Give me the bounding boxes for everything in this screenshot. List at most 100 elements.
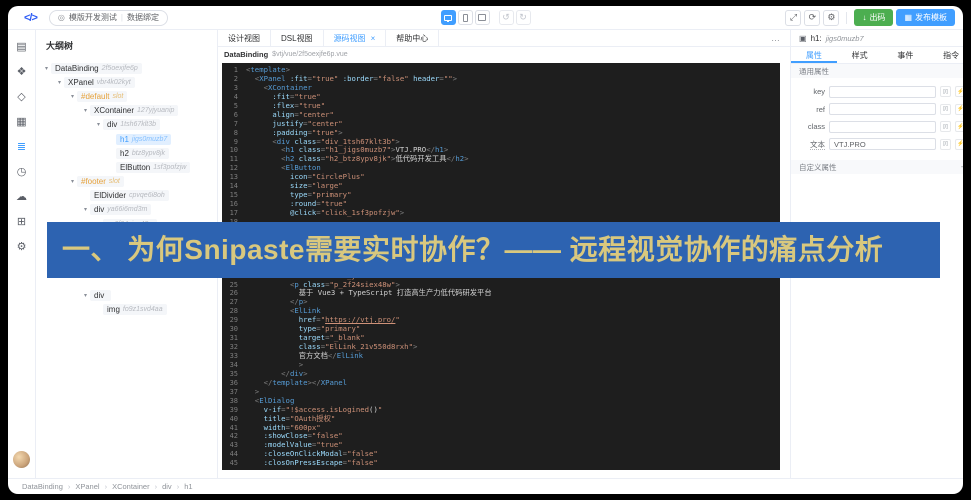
pill-divider: | <box>120 13 123 22</box>
project-tab-template-dev[interactable]: 模版开发测试 <box>69 12 117 23</box>
settings-button[interactable]: ⚙ <box>823 9 840 26</box>
breadcrumb-item-h1[interactable]: h1 <box>184 482 192 491</box>
field-input-文本[interactable] <box>829 138 936 151</box>
tree-node-h1[interactable]: h1 jigs0muzb7 <box>36 132 217 146</box>
fullscreen-button[interactable]: ⤢ <box>785 9 802 26</box>
project-switcher[interactable]: ◎ 模版开发测试 | 数据绑定 <box>48 9 168 26</box>
caret-icon[interactable]: ▾ <box>55 79 64 86</box>
field-row-class: class [/] ⚡ <box>795 118 963 136</box>
breadcrumb-item-XPanel[interactable]: XPanel <box>75 482 99 491</box>
field-row-ref: ref [/] ⚡ <box>795 101 963 119</box>
field-label: class <box>807 122 825 132</box>
file-path: $vtj/vue/2f5oexjfe6p.vue <box>272 51 348 58</box>
tab-overflow-button[interactable]: … <box>771 33 780 43</box>
tree-node-div[interactable]: ▾ div 1tsh67klt3b <box>36 118 217 132</box>
undo-button[interactable]: ↺ <box>498 10 514 25</box>
bind-expression-icon[interactable]: ⚡ <box>955 103 963 115</box>
tab-DSL视图[interactable]: DSL视图 <box>271 30 324 46</box>
bind-code-icon[interactable]: [/] <box>940 121 951 133</box>
field-row-key: key [/] ⚡ <box>795 83 963 101</box>
app-logo-icon[interactable]: </> <box>24 12 38 24</box>
tree-node-default[interactable]: ▾ #default slot <box>36 89 217 103</box>
layout-icon[interactable]: ▦ <box>11 109 33 134</box>
field-row-文本: 文本 [/] ⚡ <box>795 136 963 154</box>
blocks-icon[interactable]: ❖ <box>11 59 33 84</box>
inspector-tab-样式[interactable]: 样式 <box>837 47 883 63</box>
device-desktop-button[interactable] <box>440 10 456 25</box>
field-input-class[interactable] <box>829 120 936 133</box>
tree-node-DataBinding[interactable]: ▾ DataBinding 2f5oexjfe6p <box>36 61 217 75</box>
tab-帮助中心[interactable]: 帮助中心 <box>386 30 440 46</box>
inspector-tab-事件[interactable]: 事件 <box>883 47 929 63</box>
tree-node-ElButton[interactable]: ElButton 1sf3pofzjw <box>36 160 217 174</box>
file-name: DataBinding <box>224 50 269 59</box>
custom-props-section: 自定义属性 + <box>791 160 963 174</box>
overlay-banner: 一、 为何Snipaste需要实时协作？—— 远程视觉协作的痛点分析 <box>47 222 940 278</box>
topbar-actions: ⤢ ⟳ ⚙ ↓ 出码 ▦ 发布模板 <box>785 9 955 26</box>
caret-icon[interactable]: ▾ <box>81 206 90 213</box>
code-line: 45 :closOnPressEscape="false" <box>229 458 378 468</box>
redo-button[interactable]: ↻ <box>515 10 531 25</box>
tree-node-div[interactable]: ▾ div <box>36 288 217 302</box>
user-avatar[interactable] <box>13 451 30 468</box>
inspector-header: ▣ h1: jigs0muzb7 <box>791 30 963 47</box>
tree-node-XContainer[interactable]: ▾ XContainer 127yjyuanip <box>36 104 217 118</box>
publish-icon: ▦ <box>904 13 912 22</box>
breadcrumb-item-DataBinding[interactable]: DataBinding <box>22 482 63 491</box>
project-tab-databinding[interactable]: 数据绑定 <box>127 12 159 23</box>
selected-node-tag: h1: <box>810 33 822 43</box>
pages-icon[interactable]: ▤ <box>11 34 33 59</box>
materials-icon[interactable]: ◇ <box>11 84 33 109</box>
tab-源码视图[interactable]: 源码视图 × <box>324 30 387 46</box>
add-property-button[interactable]: + <box>961 162 963 172</box>
caret-icon[interactable]: ▾ <box>81 292 90 299</box>
close-tab-icon[interactable]: × <box>371 34 376 43</box>
export-code-button[interactable]: ↓ 出码 <box>854 9 894 26</box>
editor-tabbar: 设计视图 DSL视图 源码视图 × 帮助中心 … <box>218 30 790 47</box>
caret-icon[interactable]: ▾ <box>81 107 90 114</box>
tree-node-ElDivider[interactable]: ElDivider cpvqe6i8oh <box>36 189 217 203</box>
tree-node-XPanel[interactable]: ▾ XPanel vbr4k02kyt <box>36 75 217 89</box>
tree-node-footer[interactable]: ▾ #footer slot <box>36 175 217 189</box>
caret-icon[interactable]: ▾ <box>68 178 77 185</box>
caret-icon[interactable]: ▾ <box>42 65 51 72</box>
inspector-tab-指令[interactable]: 指令 <box>928 47 963 63</box>
component-icon: ▣ <box>799 33 807 43</box>
toolbar-divider <box>846 11 848 24</box>
bind-code-icon[interactable]: [/] <box>940 86 951 98</box>
caret-icon[interactable]: ▾ <box>94 121 103 128</box>
publish-template-button[interactable]: ▦ 发布模板 <box>896 9 955 26</box>
bind-code-icon[interactable]: [/] <box>940 103 951 115</box>
tab-设计视图[interactable]: 设计视图 <box>218 30 271 46</box>
device-tablet-button[interactable] <box>474 10 490 25</box>
field-input-ref[interactable] <box>829 103 936 116</box>
bind-expression-icon[interactable]: ⚡ <box>955 121 963 133</box>
tree-node-div[interactable]: ▾ div ya66i6md3m <box>36 203 217 217</box>
phone-icon <box>462 13 468 22</box>
inspector-tabs: 属性 样式 事件 指令 <box>791 47 963 64</box>
bind-code-icon[interactable]: [/] <box>940 138 951 150</box>
bind-expression-icon[interactable]: ⚡ <box>955 138 963 150</box>
inspector-tab-属性[interactable]: 属性 <box>791 47 837 63</box>
device-toggle-group: ↺ ↻ <box>440 10 531 25</box>
gear-icon[interactable]: ⚙ <box>11 234 33 259</box>
code-line: 37 > <box>229 386 260 396</box>
field-input-key[interactable] <box>829 85 936 98</box>
tree-node-img[interactable]: img fo9z1svd4aa <box>36 302 217 316</box>
topbar: </> ◎ 模版开发测试 | 数据绑定 ↺ ↻ ⤢ ⟳ ⚙ ↓ 出码 ▦ 发布模… <box>8 6 963 30</box>
api-cloud-icon[interactable]: ☁ <box>11 184 33 209</box>
outline-tree-icon[interactable]: ≣ <box>11 134 33 159</box>
monitor-icon <box>444 14 452 22</box>
tree-node-h2[interactable]: h2 btz8ypv8jk <box>36 146 217 160</box>
history-icon[interactable]: ◷ <box>11 159 33 184</box>
property-fields: key [/] ⚡ ref [/] ⚡ class [/] ⚡ 文本 [/] ⚡ <box>791 78 963 160</box>
refresh-button[interactable]: ⟳ <box>804 9 821 26</box>
bind-expression-icon[interactable]: ⚡ <box>955 86 963 98</box>
field-label: key <box>813 87 825 97</box>
caret-icon[interactable]: ▾ <box>68 93 77 100</box>
code-line: 36 </template></XPanel <box>229 377 348 387</box>
apps-icon[interactable]: ⊞ <box>11 209 33 234</box>
breadcrumb-item-XContainer[interactable]: XContainer <box>112 482 150 491</box>
device-mobile-button[interactable] <box>457 10 473 25</box>
breadcrumb-item-div[interactable]: div <box>162 482 172 491</box>
